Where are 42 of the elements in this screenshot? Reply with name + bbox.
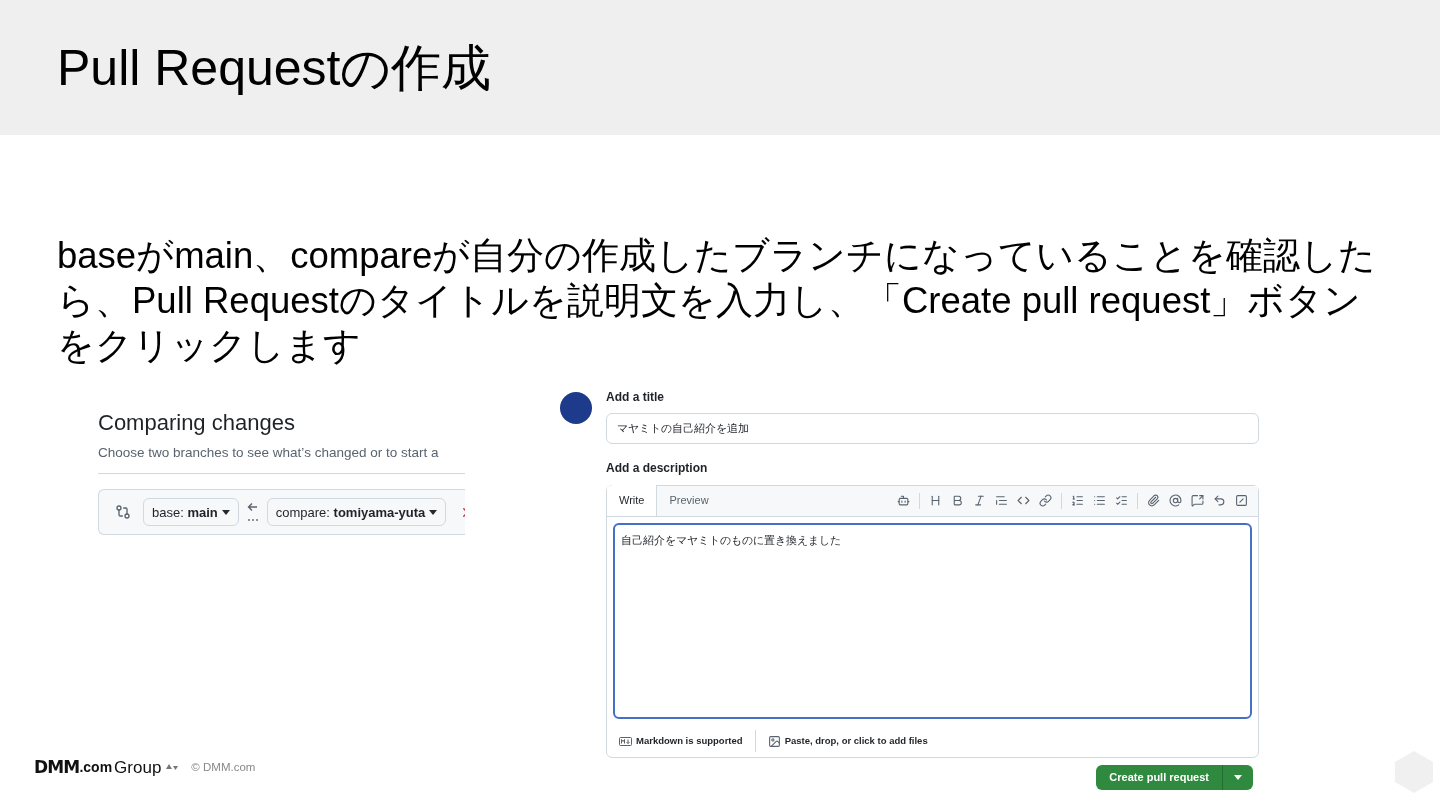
mention-icon[interactable] xyxy=(1169,494,1182,507)
description-label: Add a description xyxy=(606,460,709,477)
quote-icon[interactable] xyxy=(995,494,1008,507)
markdown-note[interactable]: Markdown is supported xyxy=(636,733,743,749)
compare-subtitle: Choose two branches to see what’s changed or to start a xyxy=(98,444,440,462)
create-pull-request-button[interactable]: Create pull request xyxy=(1096,765,1223,790)
reference-icon[interactable] xyxy=(1191,494,1204,507)
link-icon[interactable] xyxy=(1039,494,1052,507)
code-icon[interactable] xyxy=(1017,494,1030,507)
numbered-list-icon[interactable] xyxy=(1071,494,1084,507)
logo-text: DMM xyxy=(34,755,80,779)
title-input[interactable]: マヤミトの自己紹介を追加 xyxy=(606,413,1259,444)
logo-mark-icon xyxy=(165,762,180,773)
compare-icon xyxy=(115,504,131,521)
logo-group-text: Group xyxy=(114,756,162,779)
compare-branch-dropdown[interactable]: compare: tomiyama-yuta xyxy=(266,498,447,527)
logo-suffix: .com xyxy=(79,757,113,777)
slide-title: Pull Requestの作成 xyxy=(57,42,492,93)
paperclip-icon[interactable] xyxy=(1147,494,1160,507)
compare-heading: Comparing changes xyxy=(98,409,296,437)
attach-files-note[interactable]: Paste, drop, or click to add files xyxy=(784,733,928,749)
slash-command-icon[interactable] xyxy=(1235,494,1248,507)
left-arrow-icon xyxy=(246,501,259,524)
image-icon xyxy=(767,734,781,748)
caret-icon xyxy=(429,509,438,515)
caret-icon xyxy=(1234,775,1242,780)
task-list-icon[interactable] xyxy=(1115,494,1128,507)
description-textarea[interactable]: 自己紹介をマヤミトのものに置き換えました xyxy=(613,523,1252,719)
editor-tab[interactable]: Preview xyxy=(657,485,721,516)
bold-icon[interactable] xyxy=(951,494,964,507)
markdown-icon xyxy=(619,736,632,746)
italic-icon[interactable] xyxy=(973,494,986,507)
editor-tab[interactable]: Write xyxy=(607,485,658,516)
copyright-text: © DMM.com xyxy=(191,759,256,775)
base-branch-dropdown[interactable]: base: main xyxy=(143,498,239,527)
heading-icon[interactable] xyxy=(929,494,942,507)
caret-icon xyxy=(221,509,230,515)
title-label: Add a title xyxy=(606,389,665,406)
reply-icon[interactable] xyxy=(1213,494,1226,507)
slide-body-text: baseがmain、compareが自分の作成したブランチになっていることを確認したら、Pull Requestのタイトルを説明文を入力し、「Create pull request」ボタンをクリックします xyxy=(57,234,1378,368)
bulleted-list-icon[interactable] xyxy=(1093,494,1106,507)
avatar xyxy=(560,392,592,424)
